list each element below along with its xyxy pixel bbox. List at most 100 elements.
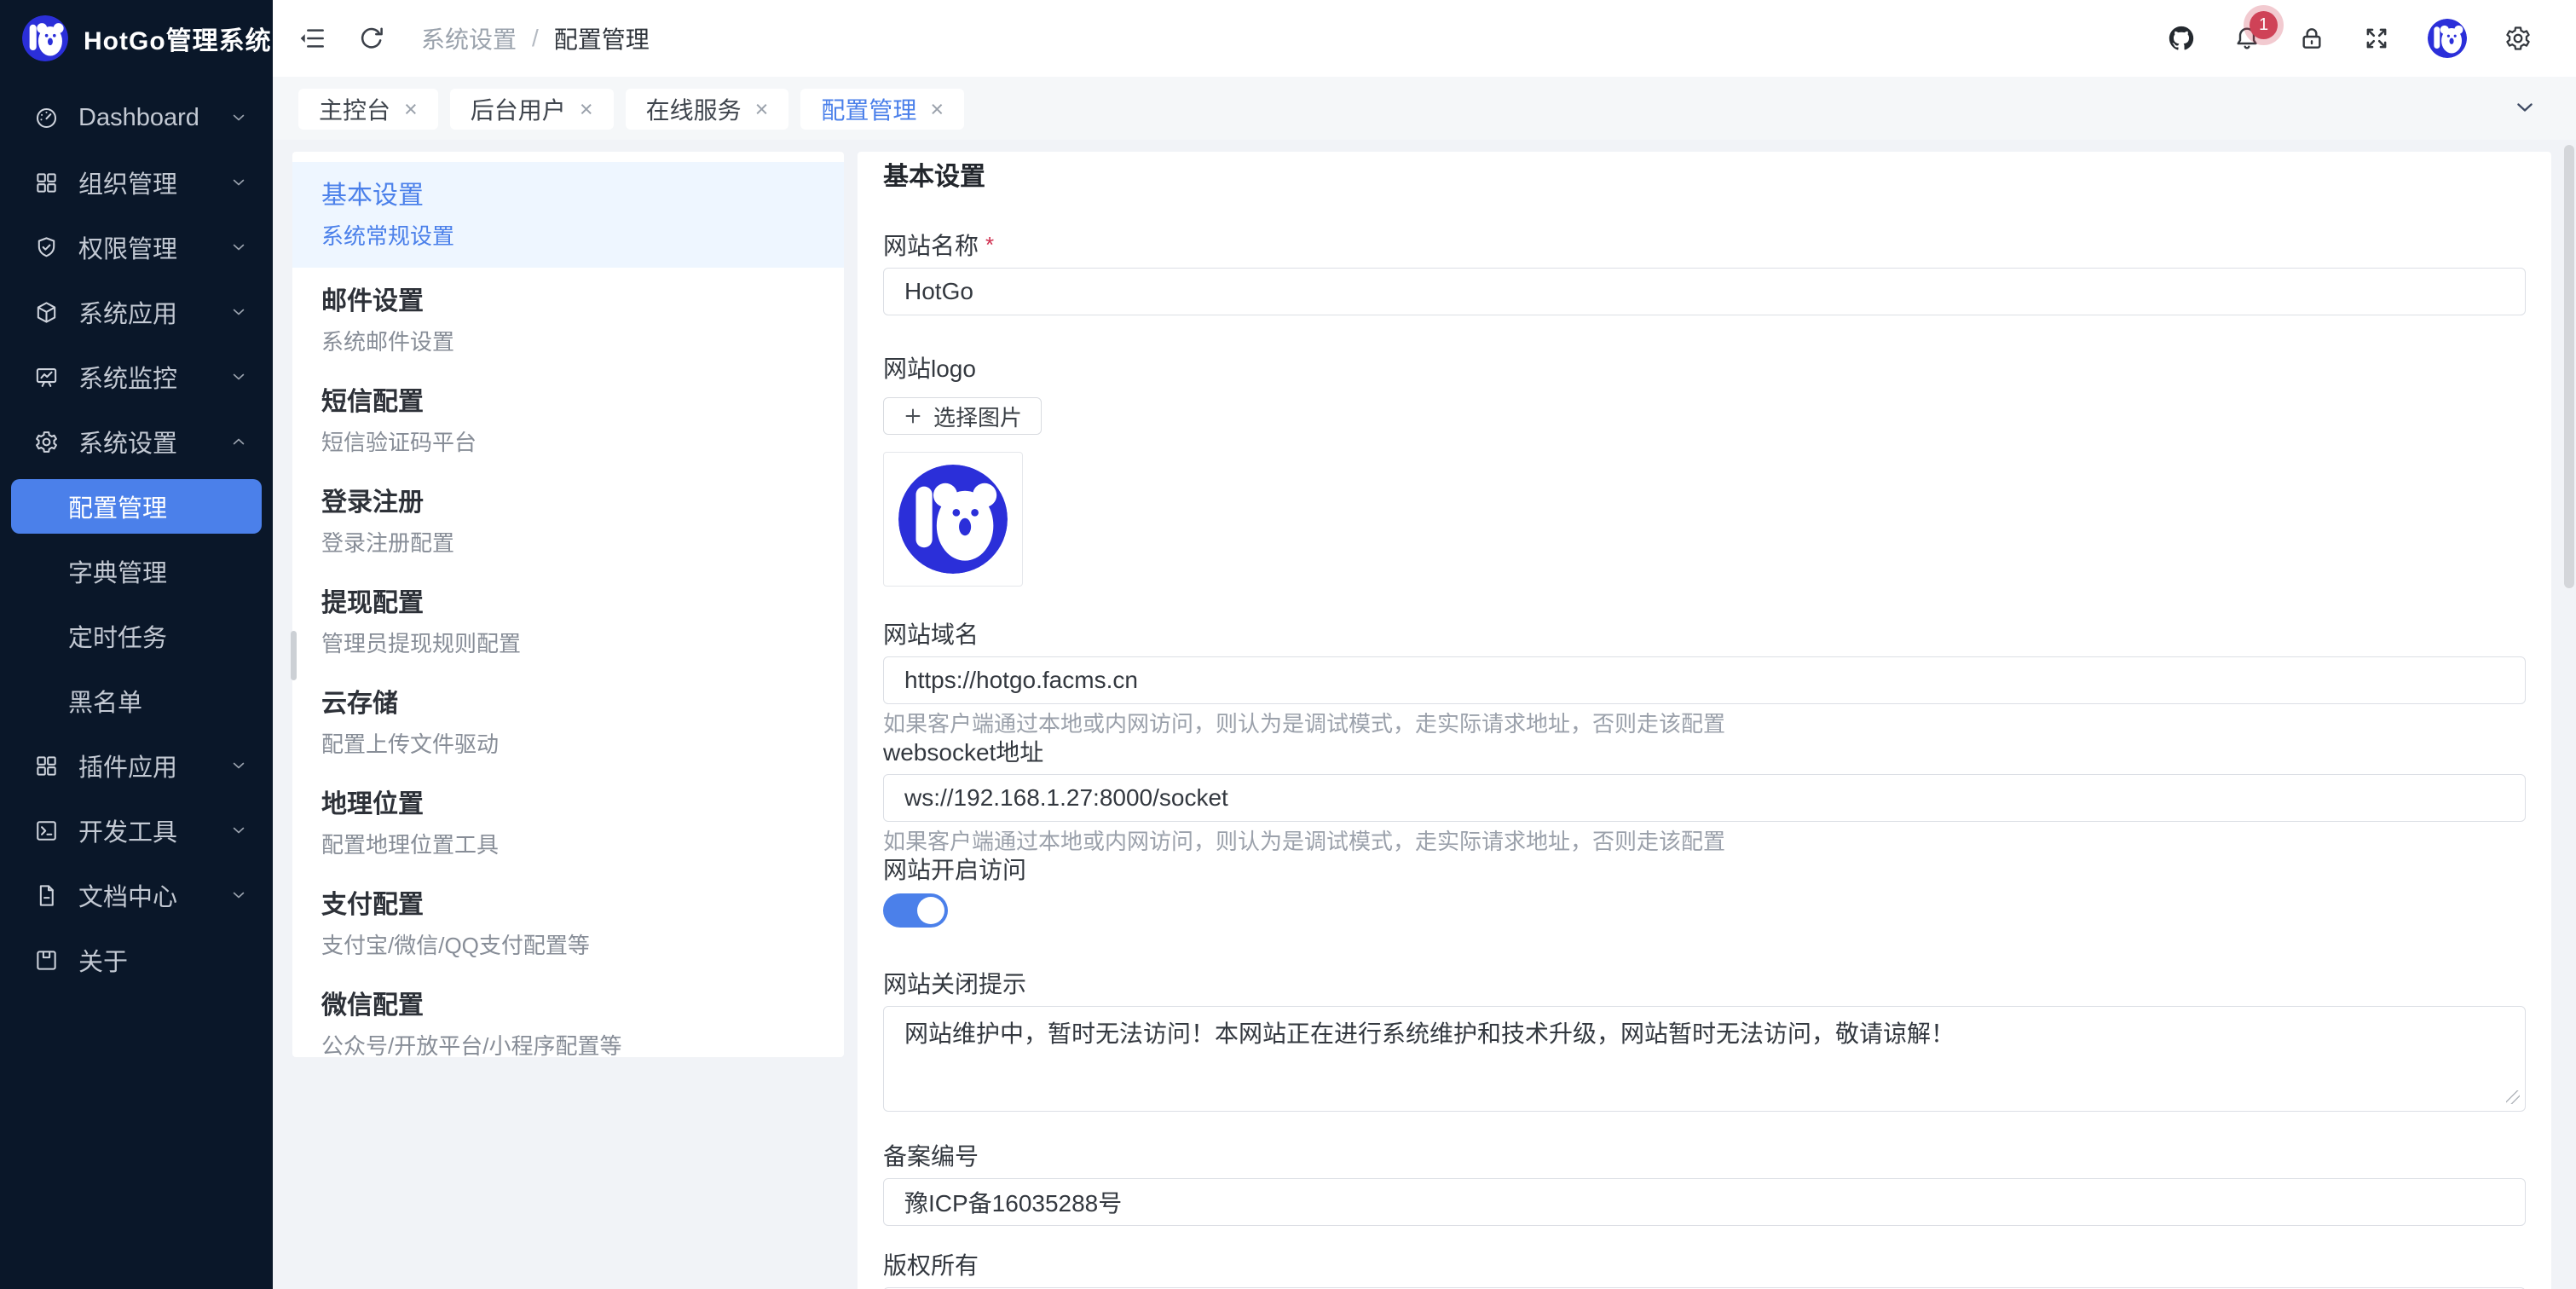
close-icon[interactable]: ×: [404, 98, 418, 121]
logo-preview[interactable]: [883, 452, 1023, 587]
close-tip-label: 网站关闭提示: [883, 970, 2526, 999]
form-title: 基本设置: [883, 160, 2526, 194]
sidebar-item-about[interactable]: 关于: [0, 928, 273, 992]
terminal-icon: [34, 818, 59, 843]
notifications-button[interactable]: 1: [2233, 25, 2261, 52]
chevron-down-icon: [230, 239, 247, 256]
menu-fold-icon[interactable]: [298, 25, 326, 52]
chevron-down-icon: [230, 174, 247, 191]
sidebar-subitem-scheduled-tasks[interactable]: 定时任务: [0, 604, 273, 668]
settings-nav-basic[interactable]: 基本设置 系统常规设置: [292, 162, 844, 268]
settings-nav-email[interactable]: 邮件设置 系统邮件设置: [292, 268, 844, 368]
chevron-down-icon: [230, 822, 247, 839]
site-logo-image: [898, 465, 1008, 574]
chevron-down-icon: [230, 368, 247, 385]
settings-nav-panel: 基本设置 系统常规设置 邮件设置 系统邮件设置 短信配置 短信验证码平台 登录注…: [292, 152, 844, 1057]
gauge-icon: [34, 106, 59, 130]
site-domain-label: 网站域名: [883, 621, 2526, 650]
copyright-label: 版权所有: [883, 1251, 2526, 1280]
close-icon[interactable]: ×: [755, 98, 769, 121]
site-name-label: 网站名称*: [883, 230, 2526, 261]
icp-input[interactable]: [883, 1178, 2526, 1226]
choose-image-button[interactable]: 选择图片: [883, 397, 1042, 435]
sidebar-item-permissions[interactable]: 权限管理: [0, 215, 273, 280]
chevron-down-icon: [230, 887, 247, 904]
close-tip-textarea[interactable]: 网站维护中，暂时无法访问！本网站正在进行系统维护和技术升级，网站暂时无法访问，敬…: [883, 1006, 2526, 1112]
icp-label: 备案编号: [883, 1142, 2526, 1171]
cube-icon: [34, 300, 59, 325]
websocket-input[interactable]: [883, 774, 2526, 822]
close-icon[interactable]: ×: [580, 98, 593, 121]
close-icon[interactable]: ×: [930, 98, 944, 121]
tabbar-collapse-chevron-icon[interactable]: [2513, 95, 2537, 119]
sidebar-menu: Dashboard 组织管理 权限管理 系统应用 系统监控 系统设置: [0, 77, 273, 992]
tab-config-management[interactable]: 配置管理 ×: [800, 89, 964, 130]
site-domain-input[interactable]: [883, 656, 2526, 704]
tab-online-service[interactable]: 在线服务 ×: [626, 89, 789, 130]
sidebar-subitem-dictionary-management[interactable]: 字典管理: [0, 539, 273, 604]
gear-icon: [34, 430, 59, 454]
avatar[interactable]: [2428, 19, 2467, 58]
breadcrumb-separator: /: [532, 25, 539, 52]
sidebar-item-dev-tools[interactable]: 开发工具: [0, 798, 273, 863]
site-domain-hint: 如果客户端通过本地或内网访问，则认为是调试模式，走实际请求地址，否则走该配置: [883, 711, 2526, 737]
tab-bar: 主控台 × 后台用户 × 在线服务 × 配置管理 ×: [273, 77, 2576, 140]
site-access-toggle[interactable]: [883, 893, 948, 928]
tab-dashboard[interactable]: 主控台 ×: [298, 89, 438, 130]
textarea-resize-handle[interactable]: [2506, 1090, 2520, 1104]
toggle-knob: [917, 897, 944, 924]
sidebar-subitem-blacklist[interactable]: 黑名单: [0, 668, 273, 733]
notification-badge: 1: [2250, 11, 2278, 39]
chevron-down-icon: [230, 757, 247, 774]
settings-nav-scrollbar-thumb[interactable]: [291, 631, 297, 680]
sidebar-item-system-settings[interactable]: 系统设置: [0, 409, 273, 474]
settings-nav-payment[interactable]: 支付配置 支付宝/微信/QQ支付配置等: [292, 871, 844, 972]
document-icon: [34, 883, 59, 908]
site-logo-label: 网站logo: [883, 355, 2526, 384]
grid-icon: [34, 754, 59, 778]
chevron-up-icon: [230, 433, 247, 450]
site-access-label: 网站开启访问: [883, 856, 2526, 885]
settings-nav-login-register[interactable]: 登录注册 登录注册配置: [292, 469, 844, 569]
websocket-label: websocket地址: [883, 738, 2526, 767]
settings-nav-cloud-storage[interactable]: 云存储 配置上传文件驱动: [292, 670, 844, 771]
websocket-hint: 如果客户端通过本地或内网访问，则认为是调试模式，走实际请求地址，否则走该配置: [883, 829, 2526, 854]
chevron-down-icon: [230, 303, 247, 321]
sidebar-item-dashboard[interactable]: Dashboard: [0, 85, 273, 150]
sidebar-subitem-config-management[interactable]: 配置管理: [11, 479, 262, 534]
settings-nav-sms[interactable]: 短信配置 短信验证码平台: [292, 368, 844, 469]
tab-admin-users[interactable]: 后台用户 ×: [450, 89, 614, 130]
chevron-down-icon: [230, 109, 247, 126]
settings-nav-withdraw[interactable]: 提现配置 管理员提现规则配置: [292, 569, 844, 670]
basic-settings-form: 基本设置 网站名称* 网站logo 选择图片 网站域名 如果客户端通过本地或内网…: [858, 152, 2551, 1289]
app-logo-icon: [22, 15, 68, 61]
shield-check-icon: [34, 235, 59, 260]
settings-gear-icon[interactable]: [2504, 25, 2532, 52]
main-area: 系统设置 / 配置管理 1 主控台 × 后台用户 × 在线服务 ×: [273, 0, 2576, 1289]
grid-icon: [34, 171, 59, 195]
app-logo-row[interactable]: HotGo管理系统: [0, 0, 273, 77]
content-area: 基本设置 系统常规设置 邮件设置 系统邮件设置 短信配置 短信验证码平台 登录注…: [273, 140, 2576, 1289]
refresh-icon[interactable]: [358, 25, 385, 52]
page-scrollbar-thumb[interactable]: [2564, 145, 2574, 588]
breadcrumb-section: 系统设置: [421, 21, 517, 55]
app-title: HotGo管理系统: [84, 20, 272, 57]
frame-icon: [34, 948, 59, 973]
github-icon[interactable]: [2167, 24, 2196, 53]
lock-icon[interactable]: [2298, 25, 2325, 52]
breadcrumb: 系统设置 / 配置管理: [421, 21, 650, 55]
settings-nav-wechat[interactable]: 微信配置 公众号/开放平台/小程序配置等: [292, 972, 844, 1072]
monitor-chart-icon: [34, 365, 59, 390]
settings-nav-geo[interactable]: 地理位置 配置地理位置工具: [292, 771, 844, 871]
breadcrumb-current: 配置管理: [554, 21, 650, 55]
plus-icon: [903, 406, 923, 426]
sidebar-item-doc-center[interactable]: 文档中心: [0, 863, 273, 928]
header-actions: 1: [2167, 19, 2532, 58]
sidebar-item-system-monitor[interactable]: 系统监控: [0, 344, 273, 409]
sidebar-item-organization[interactable]: 组织管理: [0, 150, 273, 215]
sidebar-item-plugin-apps[interactable]: 插件应用: [0, 733, 273, 798]
fullscreen-icon[interactable]: [2363, 25, 2390, 52]
site-name-input[interactable]: [883, 268, 2526, 315]
top-header: 系统设置 / 配置管理 1: [273, 0, 2576, 77]
sidebar-item-system-apps[interactable]: 系统应用: [0, 280, 273, 344]
